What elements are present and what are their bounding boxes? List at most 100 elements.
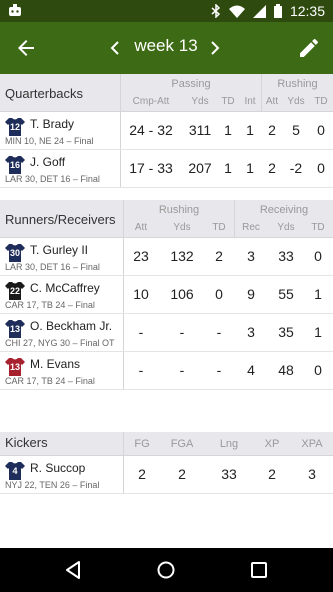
stat-cell: 3 <box>247 248 255 264</box>
stat-cell: - <box>179 362 185 378</box>
runners-receivers-section: Runners/Receivers Rushing Receiving Att … <box>0 200 333 390</box>
previous-week-chevron-icon[interactable] <box>106 36 124 60</box>
stat-cell: 4 <box>247 362 255 378</box>
stat-cell: - <box>216 362 222 378</box>
column-header: TD <box>311 222 325 233</box>
column-header: Yds <box>191 96 209 107</box>
stat-cell: -2 <box>289 160 303 176</box>
stat-cell: 33 <box>221 466 237 482</box>
player-name: C. McCaffrey <box>30 281 100 295</box>
stat-cell: 23 <box>133 248 149 264</box>
column-header: Rec <box>242 222 260 233</box>
player-row[interactable]: 4 R. Succop NYJ 22, TEN 26 – Final 2 2 3… <box>0 456 333 494</box>
stat-cell: - <box>216 324 222 340</box>
runners-header: Runners/Receivers Rushing Receiving Att … <box>0 200 333 238</box>
kickers-section: Kickers FG FGA Lng XP XPA 4 R. Succop NY… <box>0 432 333 494</box>
system-nav-bar <box>0 548 333 592</box>
player-row[interactable]: 16 J. Goff LAR 30, DET 16 – Final 17 - 3… <box>0 150 333 188</box>
rushing-group-label: Rushing <box>158 204 200 216</box>
stat-cell: 48 <box>278 362 294 378</box>
player-row[interactable]: 13 O. Beckham Jr. CHI 27, NYG 30 – Final… <box>0 314 333 352</box>
jersey-icon: 12 <box>5 118 25 136</box>
stat-cell: 1 <box>246 160 254 176</box>
edit-pencil-icon[interactable] <box>297 36 321 60</box>
player-name: T. Brady <box>30 117 75 131</box>
column-header: Cmp-Att <box>132 96 170 107</box>
wifi-icon <box>228 5 245 18</box>
stat-cell: 5 <box>292 122 300 138</box>
stat-cell: 3 <box>247 324 255 340</box>
jersey-icon: 13 <box>5 320 25 338</box>
column-header: XPA <box>301 438 323 450</box>
player-row[interactable]: 22 C. McCaffrey CAR 17, TB 24 – Final 10… <box>0 276 333 314</box>
stat-cell: 10 <box>133 286 149 302</box>
stat-cell: 2 <box>138 466 146 482</box>
rushing-group-label: Rushing <box>277 78 318 90</box>
stat-cell: 106 <box>170 286 194 302</box>
player-name: R. Succop <box>30 461 86 475</box>
jersey-icon: 4 <box>5 462 25 480</box>
stat-cell: 207 <box>188 160 212 176</box>
stat-cell: 1 <box>314 324 322 340</box>
column-header: FG <box>134 438 150 450</box>
stat-cell: 2 <box>178 466 186 482</box>
status-bar: 12:35 <box>0 0 333 22</box>
stat-cell: 1 <box>246 122 254 138</box>
column-header: Yds <box>287 96 305 107</box>
jersey-icon: 22 <box>5 282 25 300</box>
kickers-header: Kickers FG FGA Lng XP XPA <box>0 432 333 456</box>
stat-cell: 2 <box>268 466 276 482</box>
game-info: CHI 27, NYG 30 – Final OT <box>5 338 115 348</box>
column-header: Att <box>134 222 148 233</box>
receiving-group-label: Receiving <box>259 204 309 216</box>
player-name: J. Goff <box>30 155 66 169</box>
stat-cell: 2 <box>268 160 276 176</box>
battery-icon <box>273 4 282 18</box>
stat-cell: 0 <box>317 122 325 138</box>
android-notification-icon <box>9 4 21 16</box>
player-row[interactable]: 30 T. Gurley II LAR 30, DET 16 – Final 2… <box>0 238 333 276</box>
game-info: CAR 17, TB 24 – Final <box>5 300 95 310</box>
stat-cell: 311 <box>188 122 212 138</box>
quarterbacks-header: Quarterbacks Passing Rushing Cmp-Att Yds… <box>0 74 333 112</box>
game-info: NYJ 22, TEN 26 – Final <box>5 480 100 490</box>
signal-icon <box>252 4 266 18</box>
nav-recents-icon[interactable] <box>249 560 269 580</box>
column-header: TD <box>314 96 328 107</box>
player-name: O. Beckham Jr. <box>30 319 113 333</box>
column-header: Yds <box>277 222 295 233</box>
section-label: Quarterbacks <box>5 86 84 101</box>
column-header: XP <box>264 438 280 450</box>
player-row[interactable]: 12 T. Brady MIN 10, NE 24 – Final 24 - 3… <box>0 112 333 150</box>
column-header: FGA <box>170 438 194 450</box>
stat-cell: 1 <box>224 122 232 138</box>
stat-cell: - <box>179 324 185 340</box>
stats-content[interactable]: Quarterbacks Passing Rushing Cmp-Att Yds… <box>0 74 333 548</box>
section-label: Kickers <box>5 435 48 450</box>
jersey-icon: 30 <box>5 244 25 262</box>
next-week-chevron-icon[interactable] <box>206 36 224 60</box>
player-row[interactable]: 13 M. Evans CAR 17, TB 24 – Final - - - … <box>0 352 333 390</box>
stat-cell: 2 <box>268 122 276 138</box>
stat-cell: - <box>138 362 144 378</box>
stat-cell: 0 <box>314 362 322 378</box>
game-info: CAR 17, TB 24 – Final <box>5 376 95 386</box>
stat-cell: 2 <box>215 248 223 264</box>
stat-cell: 33 <box>278 248 294 264</box>
jersey-icon: 16 <box>5 156 25 174</box>
column-header: Att <box>265 96 279 107</box>
quarterbacks-section: Quarterbacks Passing Rushing Cmp-Att Yds… <box>0 74 333 188</box>
stat-cell: 35 <box>278 324 294 340</box>
column-header: Lng <box>219 438 239 450</box>
stat-cell: 9 <box>247 286 255 302</box>
stat-cell: 1 <box>314 286 322 302</box>
section-label: Runners/Receivers <box>5 212 116 227</box>
nav-back-icon[interactable] <box>64 560 84 580</box>
nav-home-icon[interactable] <box>156 560 176 580</box>
stat-cell: 132 <box>170 248 194 264</box>
column-header: TD <box>212 222 226 233</box>
back-arrow-icon[interactable] <box>14 36 38 60</box>
jersey-icon: 13 <box>5 358 25 376</box>
stat-cell: 17 - 33 <box>129 160 173 176</box>
app-bar: week 13 <box>0 22 333 74</box>
